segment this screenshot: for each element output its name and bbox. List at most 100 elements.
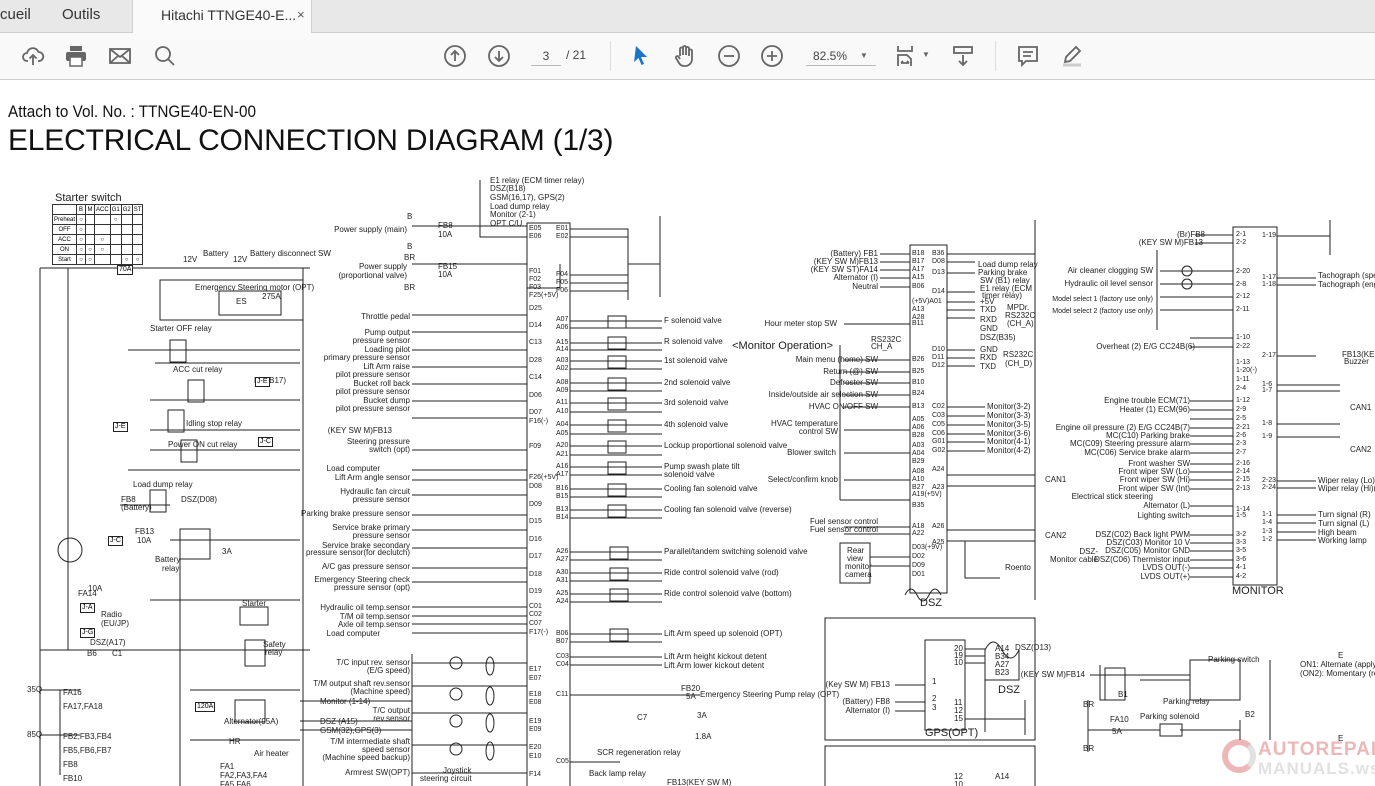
ecm-pins-right-label: A07 — [556, 316, 569, 323]
left-label: J-E — [255, 377, 270, 387]
zoom-out-icon[interactable] — [716, 43, 742, 69]
gps-label: (Battery) FB8 — [842, 697, 890, 706]
ecm-inputs-label: pilot pressure sensor — [335, 387, 410, 396]
divider — [995, 41, 996, 71]
ecm-pins-right-label: A26 — [556, 548, 569, 555]
ecm-pins-right-label: A20 — [556, 442, 569, 449]
left-label: 12V — [183, 255, 198, 264]
ecm-pins-right-label: C04 — [556, 661, 569, 668]
left-label: Starter — [242, 599, 267, 608]
monitor-pins-left-label: 2-12 — [1236, 293, 1251, 300]
parking-label: (ON2): Momentary (re — [1300, 669, 1375, 678]
ecm-outputs-label: Lockup proportional solenoid valve — [664, 441, 788, 450]
dsz-outputs-label: Monitor(4-2) — [987, 446, 1031, 455]
ecm-pins-left-label: D19 — [529, 588, 542, 595]
ecm-inputs-label: pressure sensor(for declutch) — [305, 548, 410, 557]
dsz-pins-right-label: D13 — [932, 269, 945, 276]
dsz-pins-left-label: B11 — [912, 320, 924, 327]
ecm-inputs-label: 10A — [438, 230, 453, 239]
mail-icon[interactable] — [107, 43, 133, 69]
previous-page-icon[interactable] — [442, 43, 468, 69]
page-number-input[interactable] — [531, 46, 561, 66]
monitor-pins-right-label: 2-17 — [1262, 352, 1277, 359]
tab-document[interactable]: Hitachi TTNGE40-E... × — [132, 0, 312, 34]
parking-label: (KEY SW M)FB14 — [1020, 670, 1085, 679]
table-header: M — [85, 204, 96, 215]
tab-bar: cueil Outils Hitachi TTNGE40-E... × — [0, 0, 1375, 34]
monitor-pins-left-label: 1-13 — [1236, 359, 1251, 366]
table-header: B — [76, 204, 87, 215]
ecm-outputs-label: 3A — [697, 711, 707, 720]
tab-home[interactable]: cueil — [0, 0, 31, 33]
monitor-pins-right-label: 1-2 — [1262, 536, 1273, 543]
highlight-pen-icon[interactable] — [1059, 43, 1085, 69]
fit-page-icon[interactable] — [893, 43, 919, 69]
dsz-pins-right-label: C05 — [932, 421, 945, 428]
search-icon[interactable] — [152, 43, 178, 69]
table-row-label: Start — [51, 254, 78, 265]
comment-icon[interactable] — [1015, 43, 1041, 69]
cloud-upload-icon[interactable] — [20, 43, 46, 69]
left-label: ACC cut relay — [173, 365, 223, 374]
dsz-pins-right-label: G01 — [932, 438, 946, 445]
ecm-inputs-label: Hydraulic oil temp.sensor — [320, 603, 410, 612]
dsz-inputs-label: Return (@) SW — [823, 367, 878, 376]
dsz-pins-left-label: B25 — [912, 368, 925, 375]
zoom-in-icon[interactable] — [759, 43, 785, 69]
fit-dropdown-chevron-icon[interactable]: ▼ — [922, 50, 930, 59]
ecm-pins-right-label: A09 — [556, 387, 569, 394]
left-label: 10A — [88, 584, 103, 593]
ecm-pins-left-label: F16(-) — [529, 418, 549, 425]
table-header: ST — [131, 204, 144, 215]
monitor-pins-left-label: 3-6 — [1236, 556, 1247, 563]
starter-switch-table: B M ACC G1 G2 ST Preheat ○ ○ OFF ○ ACC ○ ○ ON ○ ○ ○ S… — [51, 204, 144, 265]
dsz-pins-left-label: A08 — [912, 468, 925, 475]
monitor-pins-left-label: 2-9 — [1236, 406, 1247, 413]
ecm-pins-left-label: F01 — [529, 268, 542, 275]
monitor-outputs-label: Tachograph (speed) — [1318, 271, 1375, 280]
monitor-inputs-label: Front wiper SW (Hi) — [1119, 475, 1190, 484]
ecm-outputs-label: Ride control solenoid valve (bottom) — [664, 589, 792, 598]
zoom-level-select[interactable]: 82.5% ▼ — [806, 46, 876, 66]
monitor-pins-left-label: 2-22 — [1236, 343, 1251, 350]
dsz-outputs-label: Monitor(4-1) — [987, 437, 1031, 446]
ecm-inputs-label: Power supply (main) — [334, 225, 407, 234]
tab-tools[interactable]: Outils — [62, 0, 100, 33]
left-label: FA17,FA18 — [63, 702, 103, 711]
left-label: B6 — [87, 649, 97, 658]
dsz-inputs-label: Neutral — [852, 282, 878, 291]
dsz-pins-right-label: A26 — [932, 523, 945, 530]
close-tab-icon[interactable]: × — [297, 0, 305, 30]
left-label: C1 — [112, 649, 123, 658]
dsz-pins-left-label: B10 — [912, 379, 925, 386]
ecm-outputs-label: 4th solenoid valve — [664, 420, 729, 429]
next-page-icon[interactable] — [486, 43, 512, 69]
chevron-down-icon: ▼ — [860, 51, 868, 60]
select-pointer-icon[interactable] — [628, 43, 654, 69]
monitor-pins-right-label: 1-9 — [1262, 433, 1273, 440]
ecm-pins-right-label: A25 — [556, 590, 569, 597]
pdf-page[interactable]: Attach to Vol. No. : TTNGE40-EN-00 ELECT… — [0, 80, 1375, 786]
ecm-pins-left-label: D28 — [529, 357, 542, 364]
ecm-pins-right-label: A16 — [556, 463, 569, 470]
print-icon[interactable] — [63, 43, 89, 69]
left-label: 12V — [233, 255, 248, 264]
dsz-outputs-label: CAN2 — [1045, 531, 1067, 540]
left-label: DSZ(A17) — [90, 638, 126, 647]
zoom-level-value: 82.5% — [813, 49, 848, 63]
hand-tool-icon[interactable] — [672, 43, 698, 69]
ecm-inputs-label: A/C gas pressure sensor — [321, 562, 410, 571]
left-label: Emergency Steering motor (OPT) — [195, 283, 315, 292]
dsz-inputs-label: CH_A — [871, 342, 893, 351]
scroll-mode-icon[interactable] — [950, 43, 976, 69]
dsz-pins-left-label: A10 — [912, 476, 925, 483]
ecm-outputs-label: Lift Arm lower kickout detent — [664, 661, 765, 670]
left-label: J-A — [80, 603, 95, 613]
ecm-pins-right-label: E01 — [556, 225, 569, 232]
left-label: DSZ(D08) — [181, 495, 218, 504]
left-label: ES — [236, 297, 247, 306]
left-label: Alternator(95A) — [224, 717, 279, 726]
monitor-pins-right-label: 1-19 — [1262, 232, 1277, 239]
dsz-outputs-label: Monitor(3-3) — [987, 411, 1031, 420]
ecm-pins-right-label: A11 — [556, 399, 568, 406]
